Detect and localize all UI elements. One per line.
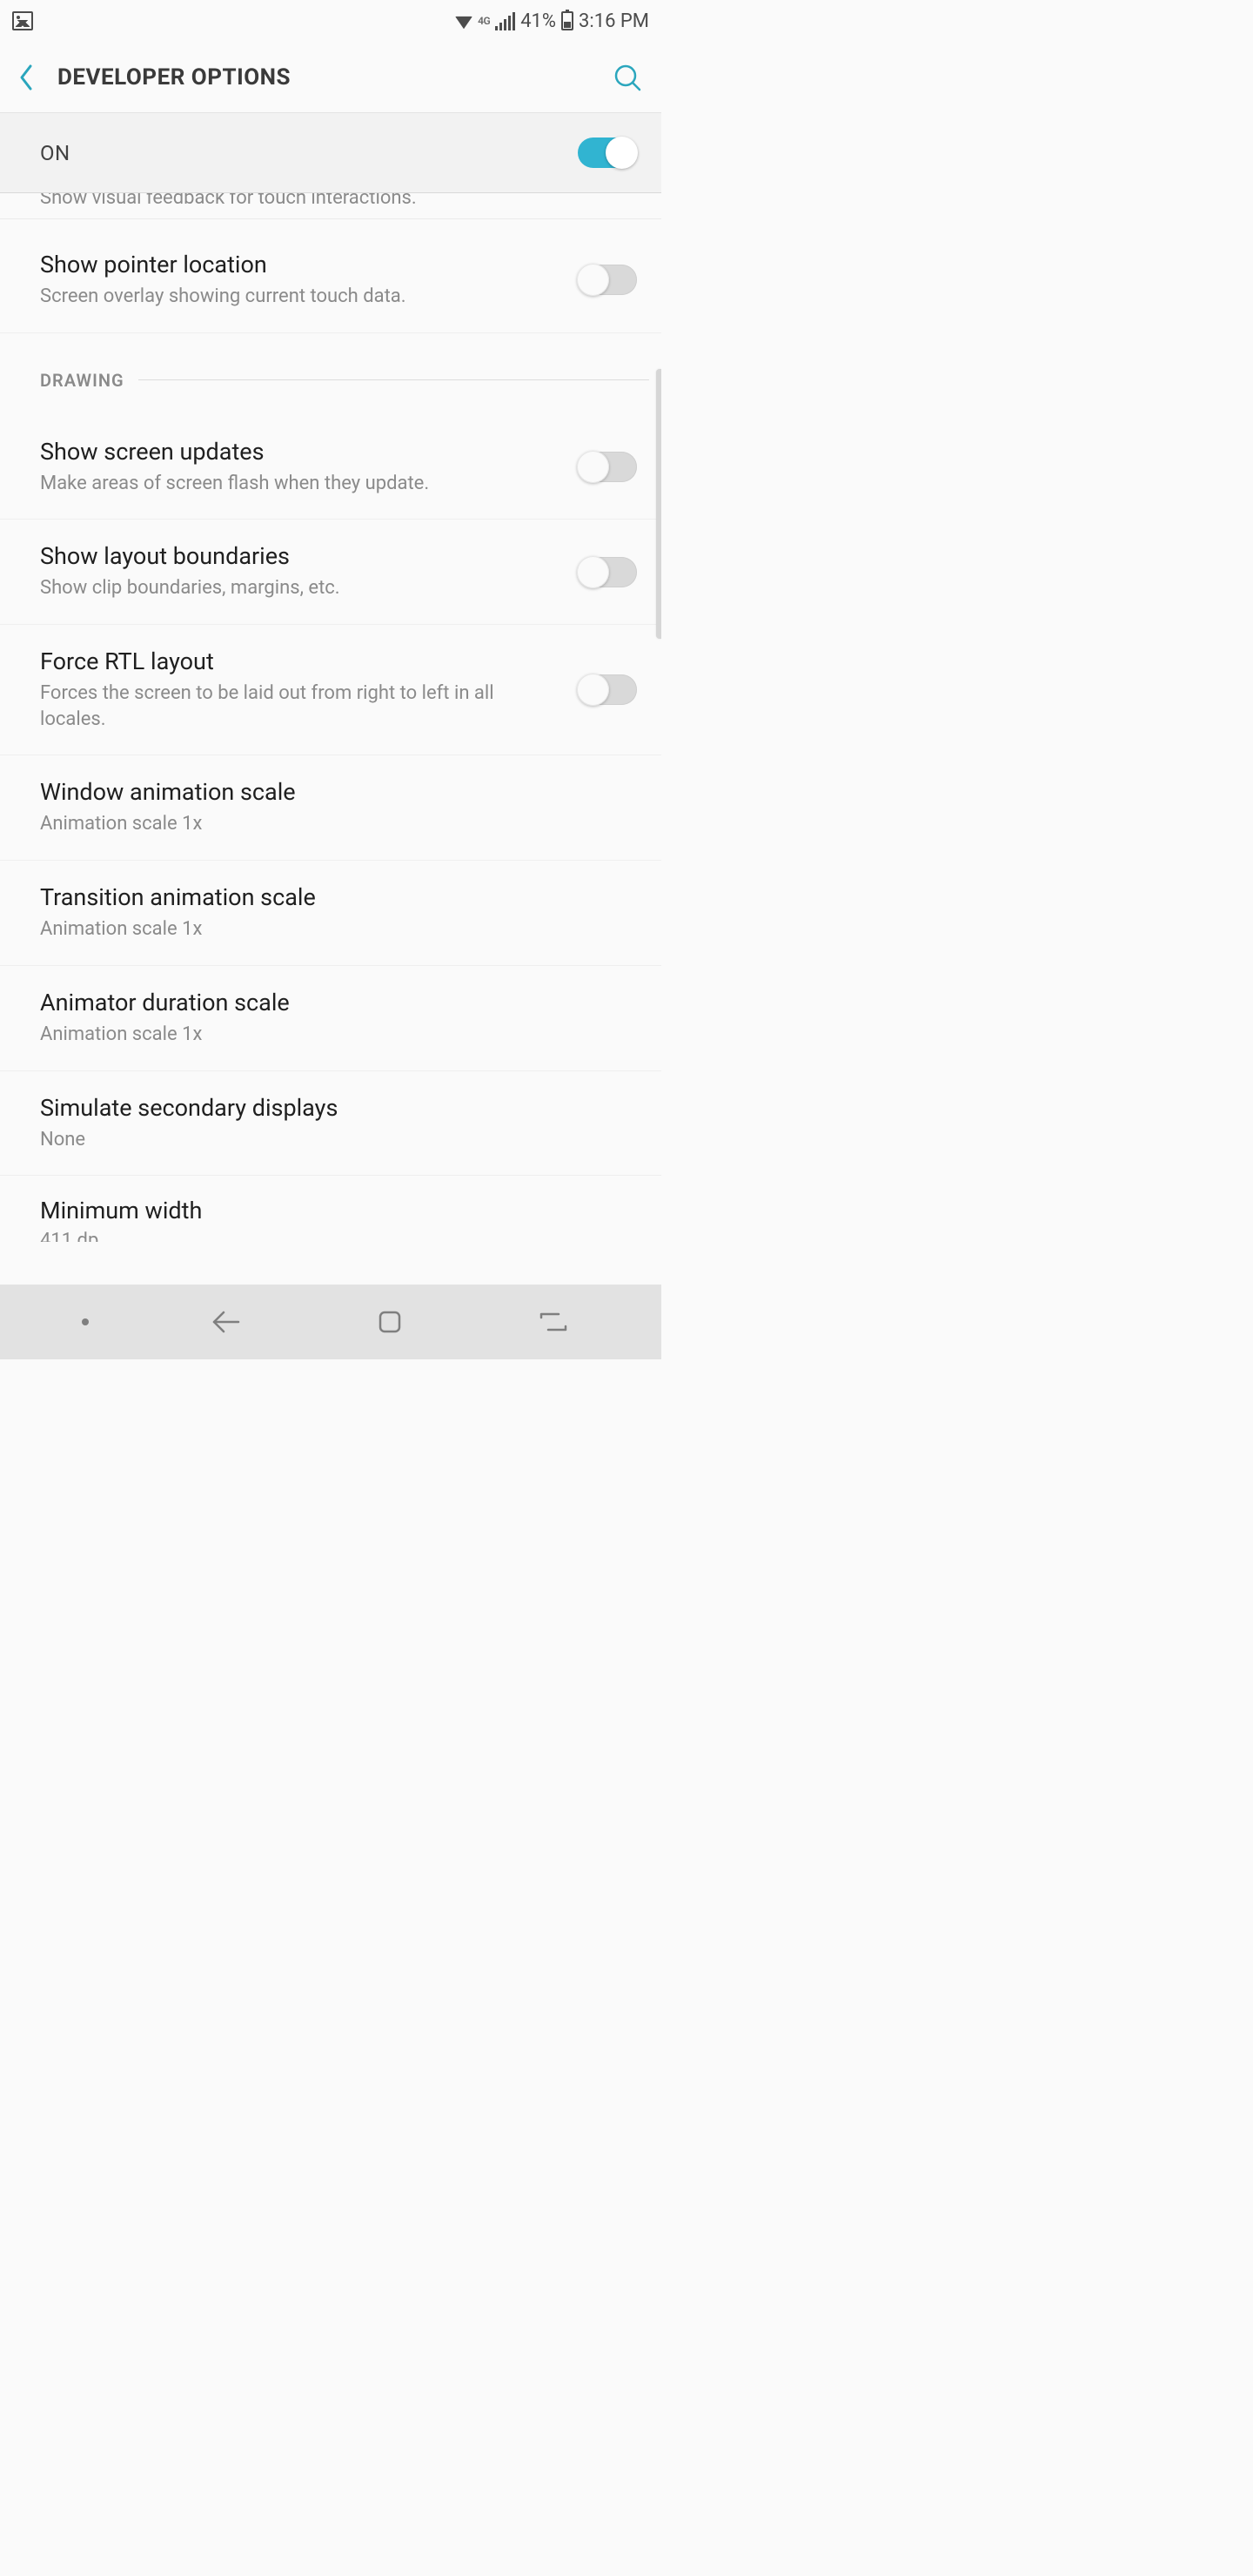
screen-updates-toggle[interactable]	[578, 452, 637, 482]
setting-desc: Animation scale 1x	[40, 811, 296, 837]
setting-desc: Show visual feedback for touch interacti…	[40, 193, 417, 209]
home-icon	[376, 1308, 404, 1336]
setting-title: Minimum width	[40, 1197, 621, 1224]
setting-minimum-width-partial[interactable]: Minimum width 411 dp	[0, 1176, 661, 1242]
setting-title: Show layout boundaries	[40, 542, 340, 570]
setting-desc: Animation scale 1x	[40, 916, 316, 943]
settings-list[interactable]: Show visual feedback for touch interacti…	[0, 193, 661, 1285]
page-title: DEVELOPER OPTIONS	[44, 64, 609, 91]
setting-desc: Make areas of screen flash when they upd…	[40, 471, 429, 497]
setting-screen-updates[interactable]: Show screen updates Make areas of screen…	[0, 415, 661, 520]
status-bar: 4G 41% 3:16 PM	[0, 0, 661, 42]
setting-pointer-location[interactable]: Show pointer location Screen overlay sho…	[0, 228, 661, 333]
network-type-icon: 4G	[478, 15, 490, 27]
wifi-icon	[455, 17, 472, 29]
screenshot-notification-icon	[12, 11, 33, 30]
scrollbar-thumb[interactable]	[656, 369, 661, 639]
setting-title: Transition animation scale	[40, 883, 316, 911]
setting-animator-duration-scale[interactable]: Animator duration scale Animation scale …	[0, 966, 661, 1071]
nav-back-button[interactable]	[200, 1300, 252, 1344]
section-header-drawing: DRAWING	[0, 333, 661, 391]
setting-desc: Animation scale 1x	[40, 1022, 290, 1048]
navigation-bar	[0, 1285, 661, 1359]
signal-icon	[495, 12, 515, 30]
setting-secondary-displays[interactable]: Simulate secondary displays None	[0, 1071, 661, 1177]
battery-icon	[561, 11, 573, 30]
divider	[138, 379, 649, 380]
master-toggle-row[interactable]: ON	[0, 113, 661, 193]
battery-percentage: 41%	[520, 10, 556, 32]
setting-force-rtl[interactable]: Force RTL layout Forces the screen to be…	[0, 625, 661, 755]
search-button[interactable]	[609, 59, 646, 96]
layout-boundaries-toggle[interactable]	[578, 557, 637, 587]
nav-home-button[interactable]	[364, 1300, 416, 1344]
setting-desc: Forces the screen to be laid out from ri…	[40, 681, 560, 732]
setting-desc: Show clip boundaries, margins, etc.	[40, 575, 340, 601]
setting-show-touches-partial[interactable]: Show visual feedback for touch interacti…	[0, 193, 661, 219]
status-right: 4G 41% 3:16 PM	[455, 10, 649, 32]
setting-desc: None	[40, 1127, 338, 1153]
setting-layout-boundaries[interactable]: Show layout boundaries Show clip boundar…	[0, 520, 661, 625]
back-button[interactable]	[9, 60, 44, 95]
nav-hide-button-dot[interactable]	[82, 1318, 89, 1325]
setting-title: Window animation scale	[40, 778, 296, 806]
status-left	[12, 11, 33, 30]
clock: 3:16 PM	[579, 10, 649, 32]
master-toggle-label: ON	[40, 141, 70, 165]
setting-title: Force RTL layout	[40, 647, 560, 675]
chevron-left-icon	[17, 63, 36, 92]
setting-title: Show screen updates	[40, 438, 429, 466]
section-label: DRAWING	[40, 370, 124, 391]
search-icon	[613, 63, 642, 92]
setting-title: Show pointer location	[40, 251, 406, 278]
app-bar: DEVELOPER OPTIONS	[0, 42, 661, 113]
setting-desc: Screen overlay showing current touch dat…	[40, 284, 406, 310]
setting-desc: 411 dp	[40, 1230, 621, 1242]
force-rtl-toggle[interactable]	[578, 674, 637, 705]
setting-transition-animation-scale[interactable]: Transition animation scale Animation sca…	[0, 861, 661, 966]
setting-title: Simulate secondary displays	[40, 1094, 338, 1122]
recents-icon	[538, 1311, 569, 1333]
master-toggle[interactable]	[578, 138, 637, 168]
setting-window-animation-scale[interactable]: Window animation scale Animation scale 1…	[0, 755, 661, 861]
nav-recents-button[interactable]	[527, 1300, 580, 1344]
setting-title: Animator duration scale	[40, 989, 290, 1016]
pointer-location-toggle[interactable]	[578, 265, 637, 295]
back-arrow-icon	[211, 1309, 242, 1335]
